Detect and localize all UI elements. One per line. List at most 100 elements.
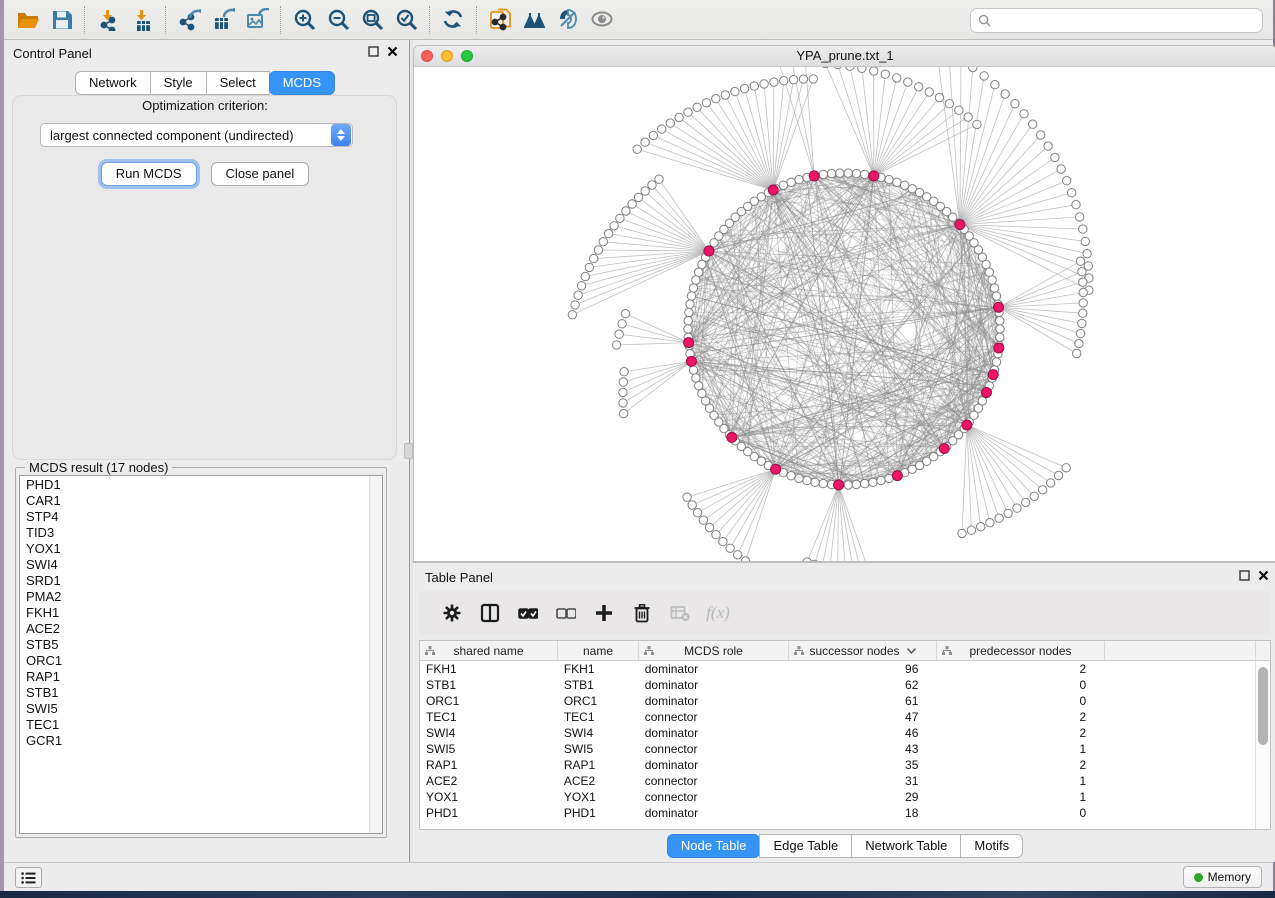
- table-row[interactable]: ACE2ACE2connector311: [420, 773, 1255, 789]
- mcds-result-list[interactable]: PHD1CAR1STP4TID3YOX1SWI4SRD1PMA2FKH1ACE2…: [19, 475, 383, 834]
- result-node-item[interactable]: SWI4: [26, 557, 368, 573]
- close-table-panel-icon[interactable]: [1258, 570, 1269, 581]
- export-table-icon[interactable]: [206, 2, 240, 38]
- result-node-item[interactable]: SRD1: [26, 573, 368, 589]
- task-history-button[interactable]: [15, 867, 42, 888]
- result-node-item[interactable]: RAP1: [26, 669, 368, 685]
- column-selector-icon[interactable]: [471, 593, 509, 633]
- open-file-icon[interactable]: [10, 2, 44, 38]
- result-node-item[interactable]: YOX1: [26, 541, 368, 557]
- tab-mcds[interactable]: MCDS: [269, 71, 335, 95]
- table-scrollbar[interactable]: [1255, 661, 1270, 829]
- add-column-plus-icon[interactable]: [585, 593, 623, 633]
- tab-network[interactable]: Network: [75, 71, 151, 95]
- window-zoom-traffic-light[interactable]: [461, 50, 473, 62]
- refresh-icon[interactable]: [436, 2, 470, 38]
- table-cell: SWI4: [420, 725, 558, 741]
- network-window-title: YPA_prune.txt_1: [414, 46, 1275, 66]
- result-node-item[interactable]: STP4: [26, 509, 368, 525]
- tab-edge-table[interactable]: Edge Table: [759, 834, 852, 858]
- table-row[interactable]: SWI4SWI4dominator462: [420, 725, 1255, 741]
- table-row[interactable]: ORC1ORC1dominator610: [420, 693, 1255, 709]
- table-row[interactable]: RAP1RAP1dominator352: [420, 757, 1255, 773]
- column-header-shared-name[interactable]: shared name: [420, 641, 558, 660]
- run-mcds-button[interactable]: Run MCDS: [101, 162, 197, 186]
- vertical-splitter-handle[interactable]: [404, 443, 413, 459]
- table-cell: dominator: [639, 693, 789, 709]
- column-header-predecessor-nodes[interactable]: predecessor nodes: [937, 641, 1105, 660]
- float-table-panel-icon[interactable]: [1239, 570, 1250, 581]
- window-minimize-traffic-light[interactable]: [441, 50, 453, 62]
- delete-column-trash-icon[interactable]: [623, 593, 661, 633]
- save-session-icon[interactable]: [44, 2, 78, 38]
- optimization-criterion-select[interactable]: largest connected component (undirected): [40, 123, 353, 147]
- table-cell: TEC1: [420, 709, 558, 725]
- select-all-checkboxes-icon[interactable]: [509, 593, 547, 633]
- column-header-name[interactable]: name: [558, 641, 639, 660]
- result-list-scrollbar[interactable]: [369, 476, 382, 833]
- export-network-icon[interactable]: [172, 2, 206, 38]
- float-panel-icon[interactable]: [368, 46, 379, 57]
- table-row[interactable]: SWI5SWI5connector431: [420, 741, 1255, 757]
- memory-button[interactable]: Memory: [1183, 866, 1262, 888]
- table-scrollbar-thumb[interactable]: [1258, 667, 1268, 745]
- tab-style[interactable]: Style: [150, 71, 207, 95]
- network-graph[interactable]: [414, 67, 1275, 561]
- network-canvas[interactable]: [414, 67, 1275, 561]
- function-builder-label: f(x): [706, 603, 730, 623]
- result-node-item[interactable]: PMA2: [26, 589, 368, 605]
- result-node-item[interactable]: ORC1: [26, 653, 368, 669]
- zoom-fit-icon[interactable]: [355, 2, 389, 38]
- clone-network-icon[interactable]: [483, 2, 517, 38]
- table-row[interactable]: STB1STB1dominator620: [420, 677, 1255, 693]
- column-header-empty[interactable]: [1105, 641, 1256, 660]
- column-header-successor-nodes[interactable]: successor nodes: [789, 641, 937, 660]
- table-row[interactable]: FKH1FKH1dominator962: [420, 661, 1255, 677]
- search-box[interactable]: [970, 8, 1263, 33]
- table-settings-gear-icon[interactable]: [433, 593, 471, 633]
- result-node-item[interactable]: FKH1: [26, 605, 368, 621]
- export-image-icon[interactable]: [240, 2, 274, 38]
- table-cell: ACE2: [420, 773, 558, 789]
- table-row[interactable]: YOX1YOX1connector291: [420, 789, 1255, 805]
- tab-select[interactable]: Select: [206, 71, 270, 95]
- birdseye-eye-icon[interactable]: [585, 2, 619, 38]
- function-builder-icon[interactable]: f(x): [699, 593, 737, 633]
- control-panel-tabs: NetworkStyleSelectMCDS: [4, 71, 406, 95]
- import-network-icon[interactable]: [91, 2, 125, 38]
- table-cell: 29: [789, 789, 937, 805]
- close-panel-icon[interactable]: [387, 46, 398, 57]
- result-node-item[interactable]: SWI5: [26, 701, 368, 717]
- result-node-item[interactable]: CAR1: [26, 493, 368, 509]
- table-panel: Table Panel f(x) shared namenameMCDS rol…: [413, 562, 1275, 862]
- mcds-tab-content: [12, 95, 397, 460]
- result-node-item[interactable]: STB5: [26, 637, 368, 653]
- search-binoculars-icon[interactable]: [517, 2, 551, 38]
- import-table-icon[interactable]: [125, 2, 159, 38]
- result-node-item[interactable]: PHD1: [26, 477, 368, 493]
- window-close-traffic-light[interactable]: [421, 50, 433, 62]
- zoom-out-icon[interactable]: [321, 2, 355, 38]
- result-node-item[interactable]: TEC1: [26, 717, 368, 733]
- table-cell: dominator: [639, 661, 789, 677]
- search-input[interactable]: [996, 12, 1262, 29]
- column-type-icon: [425, 646, 435, 655]
- table-row[interactable]: PHD1PHD1dominator180: [420, 805, 1255, 821]
- deselect-all-checkboxes-icon[interactable]: [547, 593, 585, 633]
- column-header-MCDS-role[interactable]: MCDS role: [639, 641, 789, 660]
- result-node-item[interactable]: TID3: [26, 525, 368, 541]
- result-node-item[interactable]: ACE2: [26, 621, 368, 637]
- table-row[interactable]: TEC1TEC1connector472: [420, 709, 1255, 725]
- tab-network-table[interactable]: Network Table: [851, 834, 961, 858]
- close-panel-button[interactable]: Close panel: [211, 162, 310, 186]
- result-node-item[interactable]: STB1: [26, 685, 368, 701]
- visual-style-icon[interactable]: [551, 2, 585, 38]
- zoom-in-icon[interactable]: [287, 2, 321, 38]
- tab-node-table[interactable]: Node Table: [667, 834, 761, 858]
- network-window-titlebar[interactable]: YPA_prune.txt_1: [414, 46, 1275, 67]
- table-cell: 1: [936, 741, 1104, 757]
- result-node-item[interactable]: GCR1: [26, 733, 368, 749]
- delete-table-icon[interactable]: [661, 593, 699, 633]
- tab-motifs[interactable]: Motifs: [960, 834, 1023, 858]
- zoom-selected-icon[interactable]: [389, 2, 423, 38]
